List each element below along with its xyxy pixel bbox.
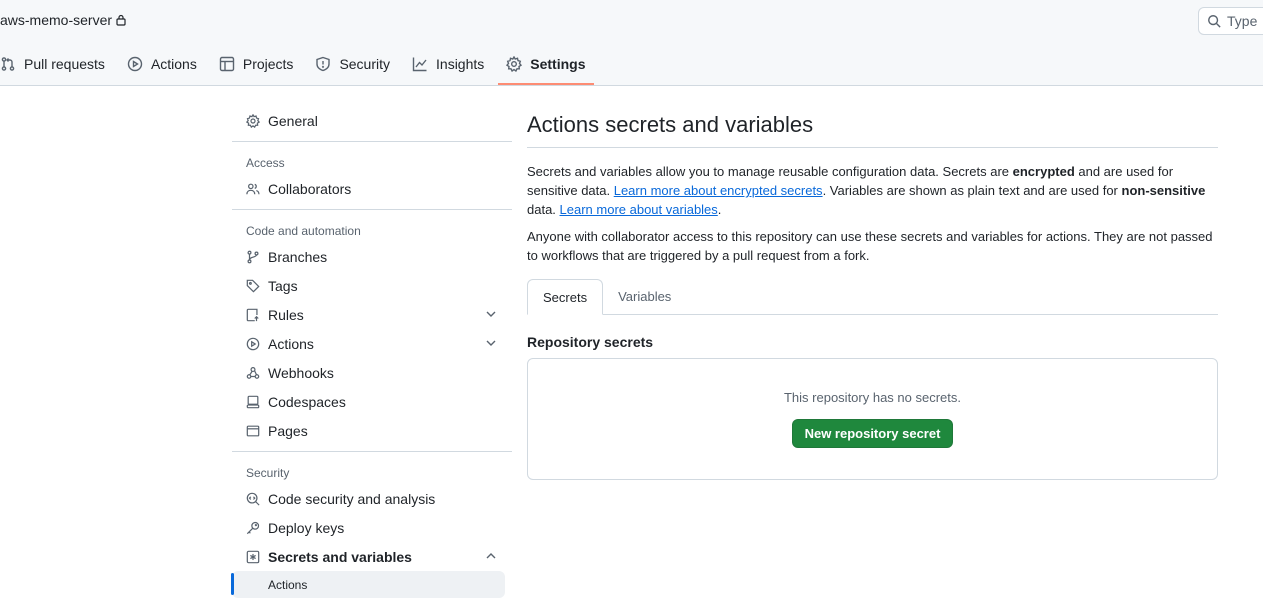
- chevron-down-icon[interactable]: [486, 309, 496, 319]
- gear-icon: [506, 56, 523, 72]
- search-icon: [1208, 15, 1221, 28]
- tab-secrets[interactable]: Secrets: [527, 279, 604, 315]
- tab-insights[interactable]: Insights: [404, 50, 492, 78]
- tab-actions[interactable]: Actions: [119, 50, 205, 78]
- git-branch-icon: [247, 250, 259, 263]
- sidebar-item-label: Branches: [268, 248, 328, 265]
- gear-icon: [246, 113, 260, 128]
- sidebar-item-label: Codespaces: [268, 393, 346, 410]
- sidebar-item-label: Rules: [268, 306, 304, 323]
- sidebar-item-label: Deploy keys: [268, 519, 345, 536]
- secrets-variables-tabs: Secrets Variables: [527, 279, 1218, 315]
- browser-icon: [246, 425, 260, 436]
- sidebar-divider: [232, 451, 512, 452]
- tab-label: Actions: [150, 56, 197, 72]
- codespaces-icon: [246, 395, 260, 408]
- sidebar-item-deploy-keys[interactable]: Deploy keys: [232, 513, 512, 542]
- tab-settings[interactable]: Settings: [498, 50, 594, 85]
- tab-label: Projects: [242, 56, 294, 72]
- sidebar-item-collaborators[interactable]: Collaborators: [232, 174, 512, 203]
- sidebar-item-secrets-variables[interactable]: Secrets and variables: [232, 542, 512, 571]
- sidebar-item-label: Webhooks: [268, 364, 334, 381]
- play-icon: [246, 337, 260, 350]
- webhook-icon: [246, 366, 260, 379]
- sidebar-item-webhooks[interactable]: Webhooks: [232, 358, 512, 387]
- empty-state-text: This repository has no secrets.: [783, 390, 962, 405]
- sidebar-item-tags[interactable]: Tags: [232, 271, 512, 300]
- learn-more-variables-link[interactable]: Learn more about variables: [560, 202, 718, 217]
- sidebar-heading-access: Access: [246, 156, 285, 170]
- sidebar-divider: [232, 209, 512, 210]
- sidebar-heading-security: Security: [246, 466, 290, 480]
- sidebar-item-actions[interactable]: Actions: [232, 329, 512, 358]
- desc-encrypted: encrypted: [1012, 164, 1075, 179]
- desc-text: .: [717, 202, 722, 217]
- key-icon: [246, 521, 260, 534]
- sidebar-item-label: Code security and analysis: [268, 490, 436, 507]
- sidebar-item-branches[interactable]: Branches: [232, 242, 512, 271]
- codescan-icon: [246, 492, 260, 506]
- collaborator-note: Anyone with collaborator access to this …: [527, 229, 1213, 263]
- sidebar-item-codespaces[interactable]: Codespaces: [232, 387, 512, 416]
- desc-text: data.: [527, 202, 560, 217]
- desc-text: Secrets and variables allow you to manag…: [527, 164, 1013, 179]
- sidebar-subitem-actions[interactable]: Actions: [231, 571, 505, 598]
- shield-icon: [316, 56, 331, 72]
- settings-sidebar: General Access Collaborators Code and au…: [231, 106, 512, 598]
- chevron-down-icon[interactable]: [486, 338, 496, 348]
- page-title: Actions secrets and variables: [527, 106, 1218, 148]
- repo-title: aws-memo-server: [0, 12, 126, 28]
- sidebar-item-label: General: [268, 112, 318, 129]
- sidebar-heading-code-automation: Code and automation: [246, 224, 361, 238]
- learn-more-secrets-link[interactable]: Learn more about encrypted secrets: [614, 183, 823, 198]
- tab-security[interactable]: Security: [307, 50, 398, 78]
- new-repository-secret-button[interactable]: New repository secret: [791, 419, 954, 448]
- description-paragraph: Secrets and variables allow you to manag…: [527, 162, 1218, 219]
- play-icon: [127, 56, 143, 72]
- secrets-empty-state: This repository has no secrets. New repo…: [527, 358, 1218, 480]
- sidebar-item-label: Actions: [268, 335, 314, 352]
- repository-secrets-heading: Repository secrets: [527, 334, 654, 350]
- repo-nav: Pull requests Actions Projects Security …: [0, 50, 600, 86]
- sidebar-item-label: Tags: [268, 277, 298, 294]
- tab-label: Settings: [530, 56, 586, 72]
- asterisk-box-icon: [246, 550, 260, 563]
- graph-icon: [412, 57, 427, 72]
- search-input[interactable]: Type /: [1198, 7, 1263, 35]
- repo-push-icon: [246, 308, 259, 321]
- tag-icon: [246, 279, 260, 293]
- repo-name-link[interactable]: aws-memo-server: [0, 12, 112, 28]
- tab-label: Insights: [436, 56, 485, 72]
- sidebar-item-rules[interactable]: Rules: [232, 300, 512, 329]
- tab-projects[interactable]: Projects: [211, 50, 302, 78]
- chevron-up-icon[interactable]: [486, 551, 496, 561]
- sidebar-divider: [232, 141, 512, 142]
- table-icon: [219, 56, 235, 72]
- sidebar-item-general[interactable]: General: [232, 106, 512, 135]
- tab-variables[interactable]: Variables: [603, 278, 686, 314]
- sidebar-item-label: Pages: [268, 422, 308, 439]
- search-placeholder: Type: [1227, 13, 1258, 29]
- tab-label: Pull requests: [24, 56, 105, 72]
- desc-text: . Variables are shown as plain text and …: [822, 183, 1122, 198]
- sidebar-item-code-security[interactable]: Code security and analysis: [232, 484, 512, 513]
- sidebar-item-label: Actions: [268, 577, 308, 592]
- pull-request-icon: [1, 57, 15, 71]
- repo-header: aws-memo-server Type / Pull requests Act…: [0, 0, 1263, 86]
- sidebar-item-pages[interactable]: Pages: [232, 416, 512, 445]
- tab-label: Security: [339, 56, 391, 72]
- main-content: Actions secrets and variables Secrets an…: [527, 106, 1218, 480]
- lock-icon: [116, 14, 126, 26]
- desc-non-sensitive: non-sensitive: [1121, 183, 1206, 198]
- people-icon: [246, 183, 260, 194]
- tab-pull-requests[interactable]: Pull requests: [0, 50, 113, 78]
- sidebar-item-label: Collaborators: [268, 180, 352, 197]
- active-indicator: [231, 573, 234, 595]
- sidebar-item-label: Secrets and variables: [268, 548, 412, 565]
